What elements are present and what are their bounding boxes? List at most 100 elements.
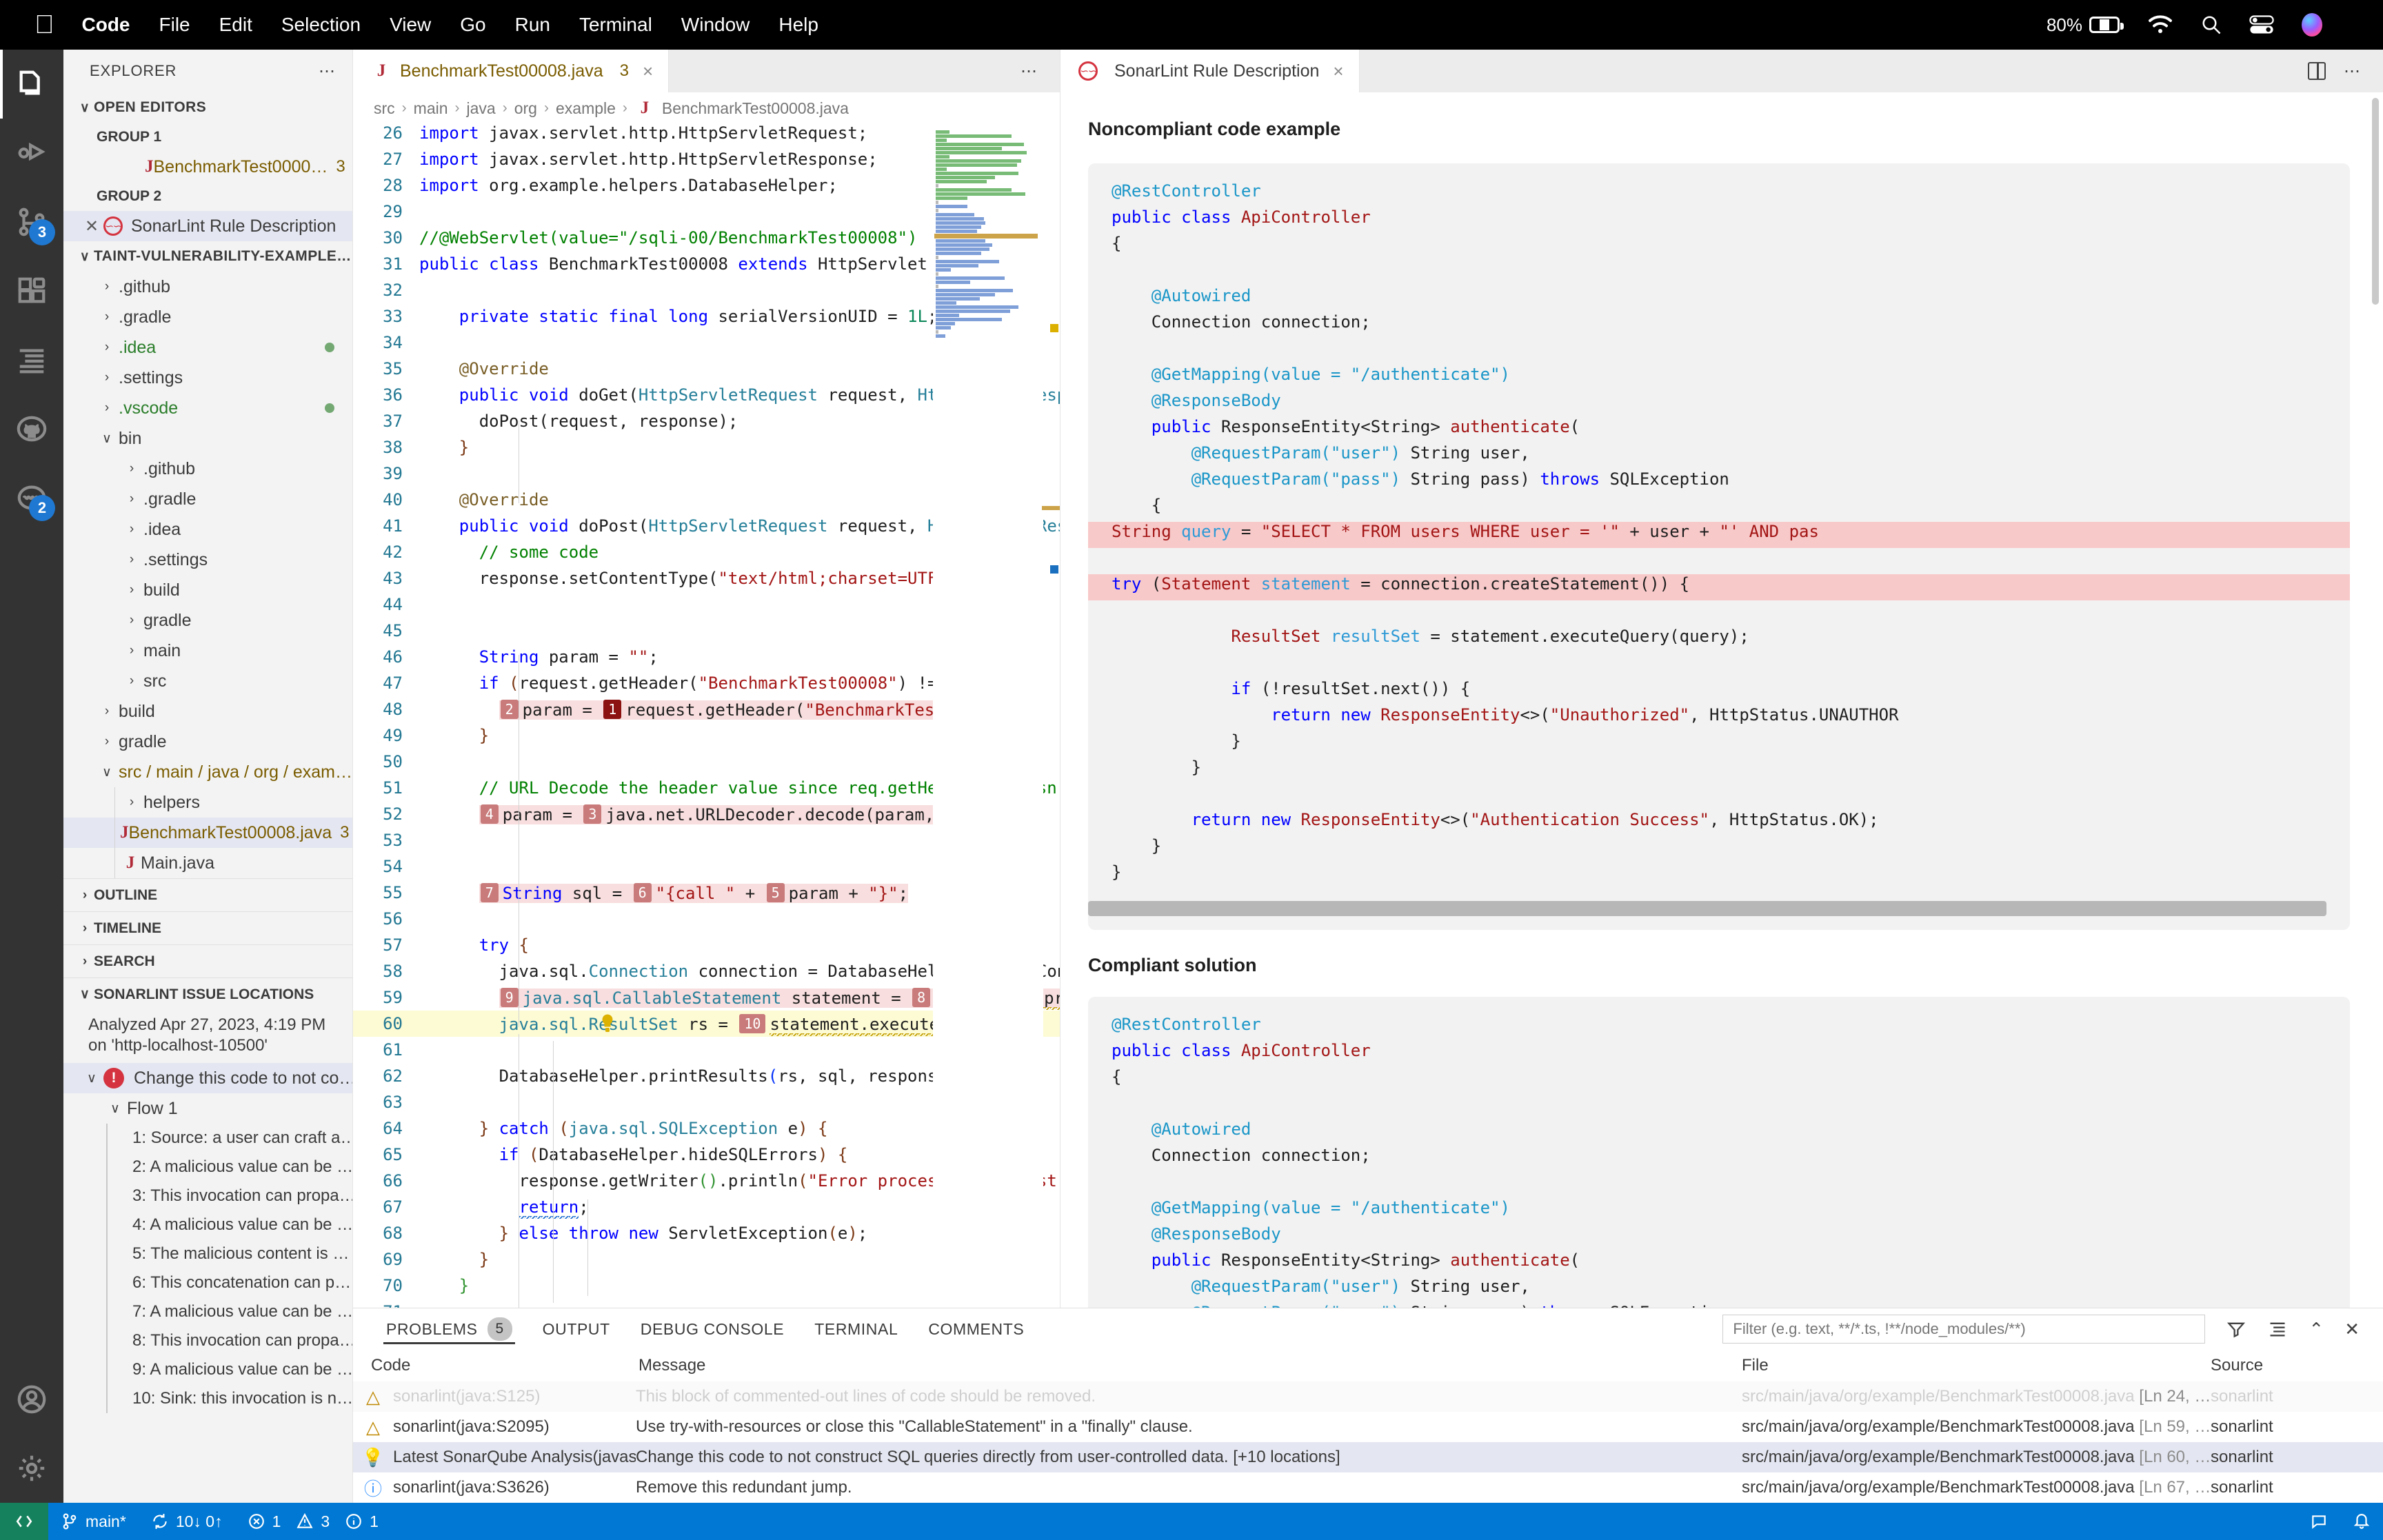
more-actions-icon[interactable]: ⋯	[2344, 61, 2362, 81]
flow-step[interactable]: 3: This invocation can propa…	[108, 1182, 352, 1210]
activity-explorer[interactable]	[0, 50, 63, 119]
open-editor-item-benchmarktest[interactable]: J BenchmarkTest0000… 3	[63, 152, 352, 182]
battery-status[interactable]: 80%	[2047, 14, 2120, 36]
flow-step[interactable]: 6: This concatenation can p…	[108, 1268, 352, 1297]
section-open-editors[interactable]: ∨ OPEN EDITORS	[63, 92, 352, 123]
tab-output[interactable]: OUTPUT	[527, 1308, 625, 1350]
tab-terminal[interactable]: TERMINAL	[799, 1308, 913, 1350]
wifi-icon[interactable]	[2147, 14, 2173, 35]
menu-item-file[interactable]: File	[159, 14, 190, 36]
tab-benchmarktest00008-java[interactable]: J BenchmarkTest00008.java 3 ×	[353, 50, 669, 92]
menu-item-window[interactable]: Window	[681, 14, 750, 36]
editor-more-actions-button[interactable]: ⋯	[1020, 61, 1039, 81]
tree-item-settings[interactable]: ›.settings	[63, 363, 352, 393]
sidebar-more-actions-button[interactable]: ⋯	[319, 61, 337, 81]
table-row[interactable]: ⓘ sonarlint(java:S3626) Remove this redu…	[353, 1472, 2383, 1503]
section-search[interactable]: ›SEARCH	[63, 944, 352, 977]
tab-comments[interactable]: COMMENTS	[913, 1308, 1039, 1350]
tree-item-bin-idea[interactable]: ›.idea	[63, 514, 352, 545]
rule-description-body[interactable]: Noncompliant code example @RestControlle…	[1060, 92, 2383, 1308]
status-branch[interactable]: main*	[48, 1503, 139, 1540]
menu-item-help[interactable]: Help	[778, 14, 818, 36]
tab-problems[interactable]: PROBLEMS 5	[371, 1308, 527, 1350]
flow-step[interactable]: 1: Source: a user can craft a…	[108, 1124, 352, 1153]
breadcrumb-src[interactable]: src	[374, 99, 395, 118]
tree-item-src-main-java-org-example[interactable]: ∨src / main / java / org / exam…	[63, 757, 352, 787]
status-sync[interactable]: 10↓ 0↑	[139, 1503, 235, 1540]
section-sonarlint-issue-locations[interactable]: ∨ SONARLINT ISSUE LOCATIONS	[63, 977, 352, 1011]
tab-debug-console[interactable]: DEBUG CONSOLE	[625, 1308, 799, 1350]
activity-source-control[interactable]: 3	[0, 188, 63, 256]
chevron-up-icon[interactable]: ⌃	[2309, 1319, 2324, 1340]
breadcrumb-org[interactable]: org	[514, 99, 537, 118]
menu-item-selection[interactable]: Selection	[281, 14, 361, 36]
status-feedback[interactable]	[2297, 1503, 2340, 1540]
tree-item-bin[interactable]: ∨bin	[63, 423, 352, 454]
menu-item-code[interactable]: Code	[82, 14, 130, 36]
split-editor-icon[interactable]	[2308, 62, 2326, 80]
activity-settings[interactable]	[0, 1434, 63, 1503]
activity-run-debug[interactable]	[0, 119, 63, 188]
breadcrumb-example[interactable]: example	[556, 99, 616, 118]
tree-item-gradle[interactable]: ›.gradle	[63, 302, 352, 332]
open-editor-item-sonarlint[interactable]: ✕ ∽∽ SonarLint Rule Description	[63, 211, 352, 241]
menu-item-edit[interactable]: Edit	[219, 14, 252, 36]
close-icon[interactable]: ✕	[2344, 1319, 2360, 1340]
tree-item-bin-main[interactable]: ›main	[63, 636, 352, 666]
close-icon[interactable]: ×	[1333, 61, 1343, 82]
flow-step[interactable]: 2: A malicious value can be …	[108, 1153, 352, 1182]
tree-item-benchmarktest00008-java[interactable]: J BenchmarkTest00008.java 3	[63, 818, 352, 848]
flow-step[interactable]: 8: This invocation can propa…	[108, 1326, 352, 1355]
activity-extensions[interactable]	[0, 256, 63, 325]
tab-sonarlint-rule-description[interactable]: ∽∽ SonarLint Rule Description ×	[1060, 50, 1360, 92]
tree-item-helpers[interactable]: ›helpers	[63, 787, 352, 818]
siri-icon[interactable]	[2302, 13, 2322, 37]
apple-logo-icon[interactable]: 	[34, 12, 54, 38]
tree-item-bin-build[interactable]: ›build	[63, 575, 352, 605]
table-row[interactable]: △ sonarlint(java:S2095) Use try-with-res…	[353, 1412, 2383, 1442]
tree-item-vscode[interactable]: ›.vscode	[63, 393, 352, 423]
tree-item-idea[interactable]: ›.idea	[63, 332, 352, 363]
flow-group-item[interactable]: ∨ Flow 1	[63, 1093, 352, 1124]
close-icon[interactable]: ×	[643, 61, 653, 82]
activity-sonarlint[interactable]: 2	[0, 463, 63, 532]
close-icon[interactable]: ✕	[80, 216, 103, 236]
tree-item-bin-src[interactable]: ›src	[63, 666, 352, 696]
status-notifications[interactable]	[2340, 1503, 2383, 1540]
activity-remote-explorer[interactable]	[0, 325, 63, 394]
flow-step[interactable]: 7: A malicious value can be …	[108, 1297, 352, 1326]
flow-step[interactable]: 4: A malicious value can be …	[108, 1210, 352, 1239]
tree-item-build[interactable]: ›build	[63, 696, 352, 727]
tree-item-bin-gradle[interactable]: ›.gradle	[63, 484, 352, 514]
table-row[interactable]: △ sonarlint(java:S125) This block of com…	[353, 1381, 2383, 1412]
breadcrumb-java[interactable]: java	[467, 99, 496, 118]
section-timeline[interactable]: ›TIMELINE	[63, 911, 352, 944]
tree-item-bin-github[interactable]: ›.github	[63, 454, 352, 484]
filter-icon[interactable]	[2226, 1319, 2246, 1339]
table-row[interactable]: 💡 Latest SonarQube Analysis(javasecuri… …	[353, 1442, 2383, 1472]
minimap[interactable]	[933, 124, 1043, 1308]
section-workspace[interactable]: ∨ TAINT-VULNERABILITY-EXAMPLE…	[63, 241, 352, 272]
breadcrumb-file[interactable]: BenchmarkTest00008.java	[662, 99, 849, 118]
code-horizontal-scrollbar[interactable]	[1088, 901, 2326, 916]
menu-item-run[interactable]: Run	[515, 14, 550, 36]
activity-accounts[interactable]	[0, 1365, 63, 1434]
menu-item-go[interactable]: Go	[460, 14, 485, 36]
issue-root-item[interactable]: ∨ ! Change this code to not co…	[63, 1063, 352, 1093]
tree-item-gradle-root[interactable]: ›gradle	[63, 727, 352, 757]
tree-item-bin-settings[interactable]: ›.settings	[63, 545, 352, 575]
flow-step[interactable]: 10: Sink: this invocation is n…	[108, 1384, 352, 1413]
flow-step[interactable]: 9: A malicious value can be …	[108, 1355, 352, 1384]
section-outline[interactable]: ›OUTLINE	[63, 878, 352, 911]
tree-item-github[interactable]: ›.github	[63, 272, 352, 302]
flow-step[interactable]: 5: The malicious content is …	[108, 1239, 352, 1268]
menu-item-view[interactable]: View	[390, 14, 431, 36]
remote-window-button[interactable]	[0, 1503, 48, 1540]
collapse-all-icon[interactable]	[2267, 1319, 2288, 1339]
tree-item-main-java[interactable]: J Main.java	[63, 848, 352, 878]
activity-github[interactable]	[0, 394, 63, 463]
status-problems[interactable]: 1 3 1	[235, 1503, 391, 1540]
code-editor[interactable]: 26import javax.servlet.http.HttpServletR…	[353, 124, 1060, 1308]
breadcrumb-main[interactable]: main	[414, 99, 448, 118]
filter-input[interactable]: Filter (e.g. text, **/*.ts, !**/node_mod…	[1722, 1315, 2205, 1344]
